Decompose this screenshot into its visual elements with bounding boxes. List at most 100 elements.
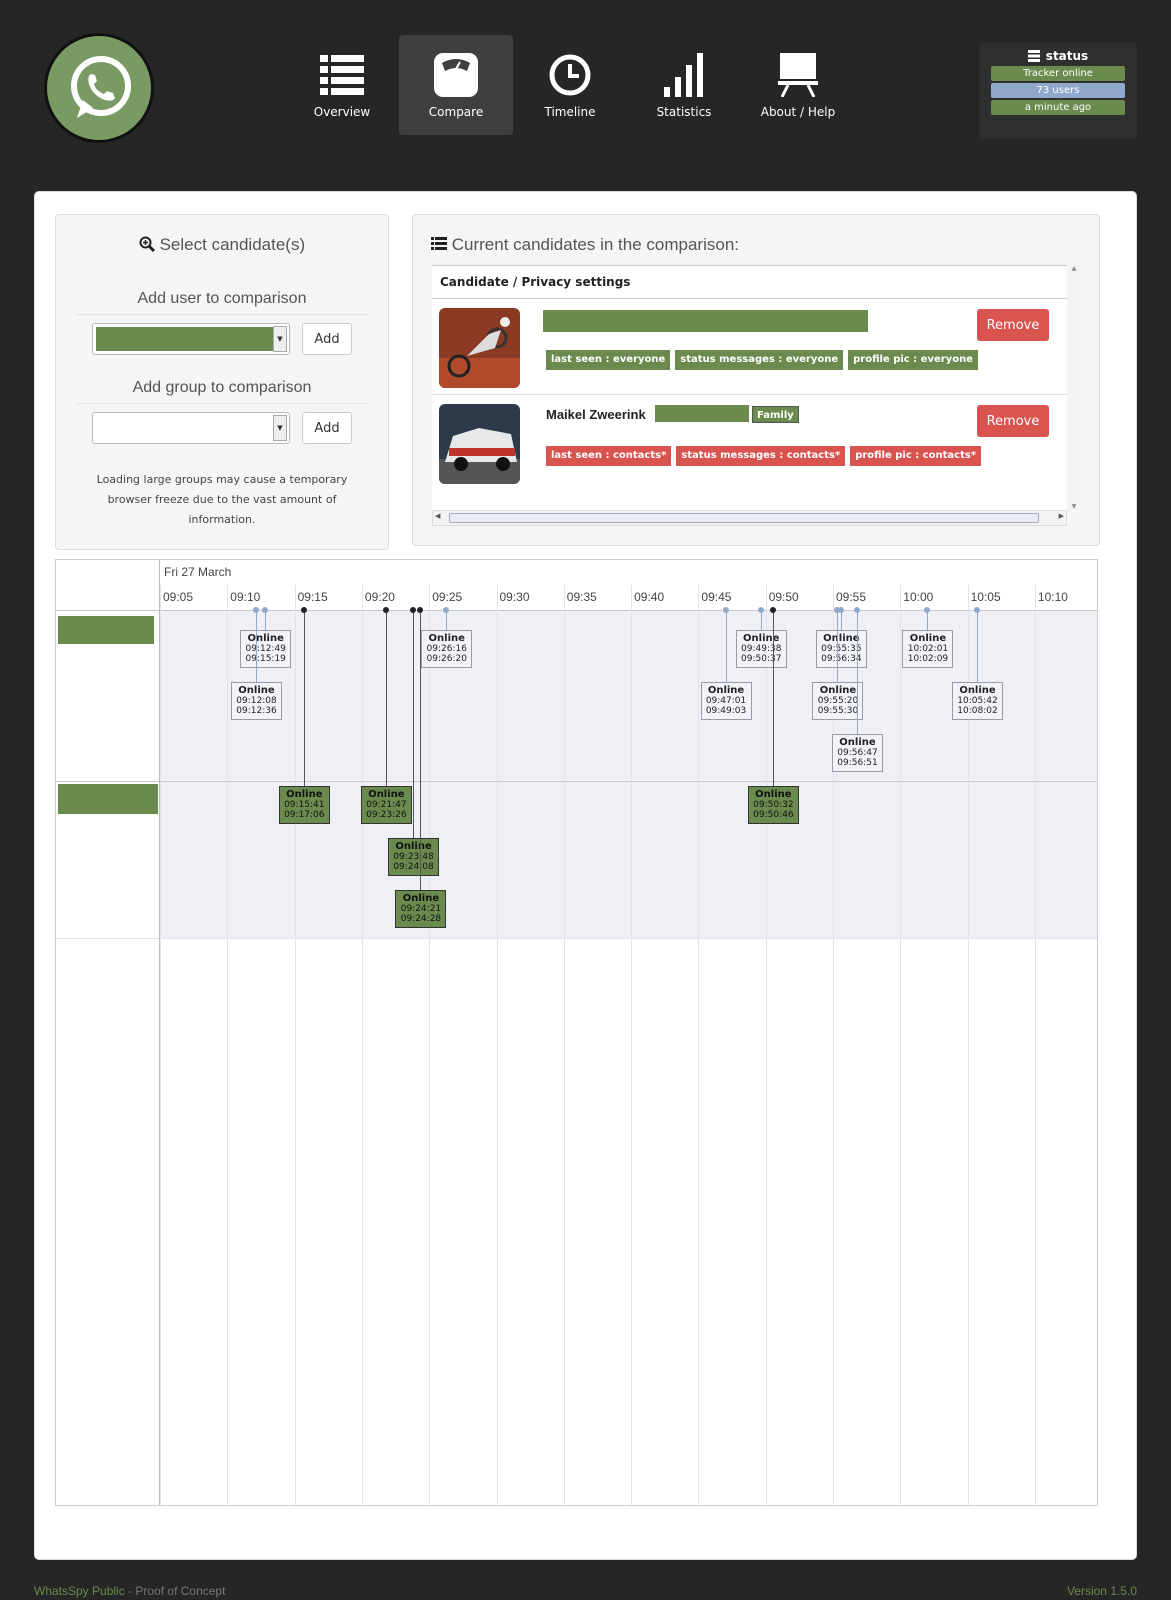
session-start: 09:49:38 (741, 644, 782, 654)
timeline-marker[interactable] (722, 607, 729, 613)
nav-about[interactable]: About / Help (741, 35, 855, 135)
online-session-box[interactable]: Online 09:56:47 09:56:51 (832, 734, 883, 772)
session-status: Online (819, 685, 857, 696)
session-end: 09:26:20 (426, 654, 467, 664)
timeline-connector (446, 610, 448, 630)
session-start: 09:26:16 (426, 644, 467, 654)
privacy-tag: last seen : contacts* (546, 446, 672, 466)
nav-overview[interactable]: Overview (285, 35, 399, 135)
session-start: 10:05:42 (957, 696, 998, 706)
scroll-right-icon[interactable]: ▶ (1059, 512, 1064, 520)
nav-compare-label: Compare (428, 105, 484, 119)
privacy-tags: last seen : everyone status messages : e… (546, 350, 978, 370)
privacy-tag: profile pic : contacts* (850, 446, 982, 466)
privacy-tag: status messages : contacts* (676, 446, 846, 466)
online-session-box[interactable]: Online 09:21:47 09:23:26 (360, 786, 412, 824)
timeline-tick-label: 09:25 (432, 590, 463, 604)
session-end: 09:50:37 (741, 654, 782, 664)
nav-timeline-label: Timeline (544, 105, 596, 119)
timeline-marker[interactable] (757, 607, 764, 613)
online-session-box[interactable]: Online 09:55:35 09:56:34 (815, 630, 867, 668)
timeline-marker[interactable] (410, 607, 417, 613)
online-session-box[interactable]: Online 09:15:41 09:17:06 (278, 786, 330, 824)
app-name: WhatsSpy Public (34, 1584, 125, 1598)
timeline-gridline (1034, 585, 1036, 1505)
online-session-box[interactable]: Online 09:26:16 09:26:20 (421, 630, 473, 668)
server-icon (1027, 50, 1040, 62)
timeline-connector (303, 610, 305, 786)
timeline-tick-label: 09:15 (297, 590, 328, 604)
online-session-box[interactable]: Online 09:24:21 09:24:28 (395, 890, 447, 928)
online-session-box[interactable]: Online 09:23:48 09:24:08 (388, 838, 440, 876)
timeline-gridline (833, 585, 834, 1505)
candidates-table: Candidate / Privacy settings last seen :… (432, 265, 1067, 510)
remove-candidate-button[interactable]: Remove (977, 405, 1049, 437)
session-end: 09:49:03 (705, 706, 747, 716)
online-session-box[interactable]: Online 09:12:49 09:15:19 (240, 630, 292, 668)
timeline-marker[interactable] (854, 607, 860, 613)
online-session-box[interactable]: Online 09:49:38 09:50:37 (735, 630, 787, 668)
nav-compare[interactable]: Compare (399, 35, 513, 135)
select-panel-title: Select candidate(s) (159, 235, 306, 254)
session-status: Online (428, 633, 465, 644)
whatsapp-icon (71, 56, 131, 118)
group-select[interactable]: ▼ (92, 412, 290, 444)
online-session-box[interactable]: Online 10:02:01 10:02:09 (902, 630, 954, 668)
timeline-tick-label: 09:30 (499, 590, 530, 604)
scroll-thumb[interactable] (449, 513, 1039, 523)
session-start: 09:23:48 (393, 852, 434, 862)
timeline-marker[interactable] (253, 607, 259, 613)
compare-container: Select candidate(s) Add user to comparis… (34, 191, 1137, 1560)
session-status: Online (238, 685, 275, 696)
session-end: 09:24:28 (400, 914, 442, 924)
timeline-marker[interactable] (974, 607, 981, 613)
candidate-name-redacted (543, 310, 868, 332)
timeline-gridline (967, 585, 969, 1505)
list-icon (320, 47, 364, 97)
session-end: 09:55:30 (817, 706, 859, 716)
add-user-button[interactable]: Add (302, 323, 352, 355)
timeline-marker[interactable] (382, 607, 389, 613)
remove-candidate-button[interactable]: Remove (977, 309, 1049, 341)
session-status: Online (909, 633, 947, 644)
chevron-down-icon[interactable]: ▼ (273, 326, 287, 352)
chevron-down-icon[interactable]: ▼ (273, 415, 287, 441)
session-end: 09:56:51 (837, 758, 878, 768)
timeline-marker[interactable] (769, 607, 776, 613)
online-session-box[interactable]: Online 09:55:20 09:55:30 (812, 682, 864, 720)
user-select[interactable]: ▼ (92, 323, 290, 355)
session-status: Online (402, 893, 440, 904)
timeline-date: Fri 27 March (164, 565, 232, 579)
timeline-gridline (765, 585, 767, 1505)
add-user-heading: Add user to comparison (76, 290, 368, 315)
timeline-connector (420, 610, 422, 890)
nav-timeline[interactable]: Timeline (513, 35, 627, 135)
timeline-tick-label: 09:40 (634, 590, 665, 604)
session-start: 10:02:01 (907, 644, 949, 654)
timeline-tick-label: 09:20 (364, 590, 395, 604)
scroll-down-icon[interactable]: ▼ (1067, 503, 1081, 510)
session-end: 09:50:46 (753, 810, 794, 820)
online-session-box[interactable]: Online 09:47:01 09:49:03 (700, 682, 752, 720)
scroll-left-icon[interactable]: ◀ (435, 512, 440, 520)
vertical-scrollbar[interactable]: ▲ ▼ (1067, 265, 1081, 510)
whatsapp-logo[interactable] (44, 33, 154, 143)
nav-statistics[interactable]: Statistics (627, 35, 741, 135)
session-status: Online (755, 789, 792, 800)
candidates-table-header: Candidate / Privacy settings (432, 266, 1067, 299)
session-start: 09:15:41 (284, 800, 325, 810)
session-status: Online (368, 789, 405, 800)
add-group-button[interactable]: Add (302, 412, 352, 444)
timeline-marker[interactable] (300, 607, 307, 613)
online-session-box[interactable]: Online 10:05:42 10:08:02 (952, 682, 1004, 720)
group-warning-note: Loading large groups may cause a tempora… (96, 473, 348, 526)
scroll-up-icon[interactable]: ▲ (1067, 265, 1081, 272)
candidates-title: Current candidates in the comparison: (451, 235, 739, 254)
timeline-gridline (631, 585, 633, 1505)
online-session-box[interactable]: Online 09:12:08 09:12:36 (231, 682, 282, 720)
online-session-box[interactable]: Online 09:50:32 09:50:46 (747, 786, 799, 824)
candidate-name: Maikel Zweerink (546, 407, 646, 422)
horizontal-scrollbar[interactable]: ◀ ▶ (432, 510, 1067, 526)
timeline-gridline (361, 585, 363, 1505)
session-start: 09:55:20 (817, 696, 859, 706)
